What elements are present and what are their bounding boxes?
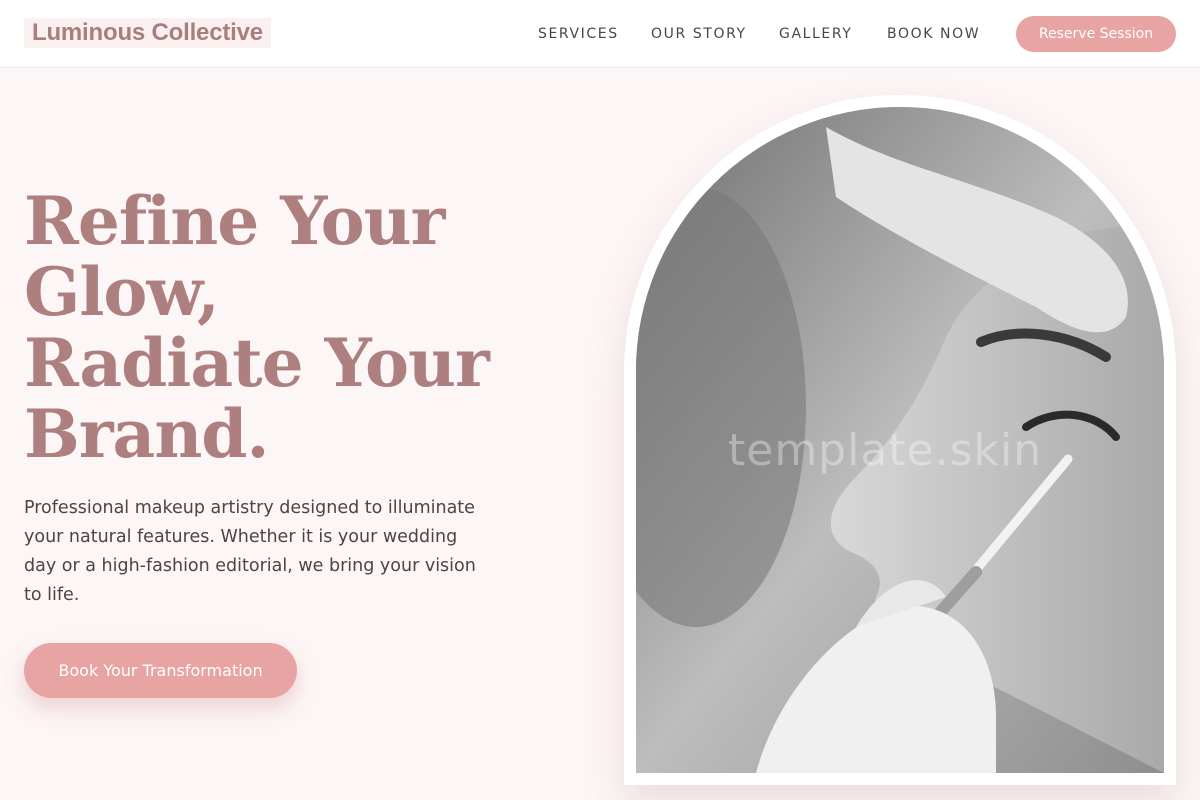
image-watermark: template.skin (728, 425, 1043, 476)
nav-gallery[interactable]: GALLERY (779, 24, 852, 44)
nav-services[interactable]: SERVICES (538, 24, 619, 44)
headline-line-2: Glow, (24, 253, 220, 331)
book-transformation-button[interactable]: Book Your Transformation (24, 643, 297, 698)
reserve-session-button[interactable]: Reserve Session (1016, 16, 1176, 52)
site-header: Luminous Collective SERVICES OUR STORY G… (0, 0, 1200, 68)
headline-line-4: Brand. (24, 395, 269, 473)
makeup-artist-photo: template.skin (636, 107, 1164, 773)
hero-image-frame: template.skin (624, 95, 1176, 785)
brand-logo[interactable]: Luminous Collective (24, 18, 271, 48)
hero-description: Professional makeup artistry designed to… (24, 498, 476, 605)
hero-headline: Refine Your Glow, Radiate Your Brand. (24, 186, 564, 470)
headline-line-1: Refine Your (24, 182, 445, 260)
nav-book-now[interactable]: BOOK NOW (887, 24, 980, 44)
headline-line-3: Radiate Your (24, 324, 490, 402)
nav-our-story[interactable]: OUR STORY (651, 24, 747, 44)
